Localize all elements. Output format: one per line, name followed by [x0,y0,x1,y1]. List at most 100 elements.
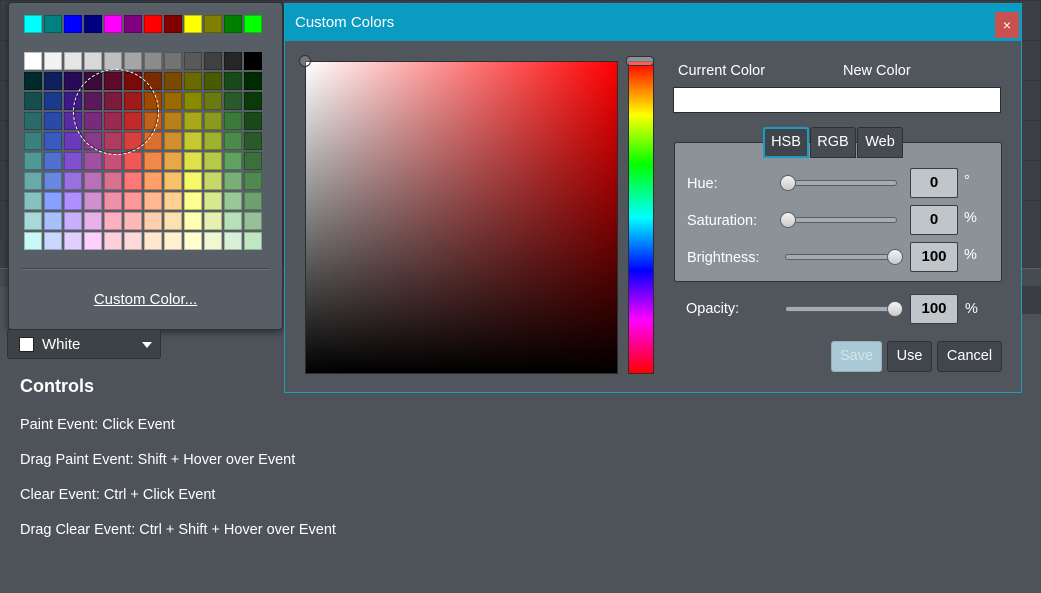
palette-swatch[interactable] [124,152,142,170]
palette-swatch[interactable] [164,212,182,230]
palette-swatch[interactable] [124,92,142,110]
palette-swatch[interactable] [144,232,162,250]
palette-swatch[interactable] [164,72,182,90]
palette-swatch[interactable] [104,232,122,250]
palette-swatch[interactable] [144,92,162,110]
palette-swatch[interactable] [64,192,82,210]
palette-swatch[interactable] [124,112,142,130]
dialog-titlebar[interactable]: Custom Colors × [285,4,1021,41]
brightness-value-field[interactable]: 100 [910,242,958,272]
palette-swatch[interactable] [224,112,242,130]
palette-swatch[interactable] [224,232,242,250]
palette-swatch[interactable] [104,52,122,70]
palette-swatch[interactable] [164,112,182,130]
palette-swatch[interactable] [244,152,262,170]
side-tab[interactable] [1020,286,1041,314]
palette-swatch[interactable] [164,132,182,150]
palette-swatch[interactable] [224,212,242,230]
use-button[interactable]: Use [887,341,932,372]
sb-handle[interactable] [299,55,311,67]
palette-swatch[interactable] [24,232,42,250]
palette-swatch[interactable] [44,192,62,210]
palette-swatch[interactable] [24,112,42,130]
palette-swatch[interactable] [44,72,62,90]
palette-swatch[interactable] [104,92,122,110]
palette-swatch[interactable] [184,152,202,170]
palette-swatch[interactable] [84,152,102,170]
palette-swatch[interactable] [144,212,162,230]
saturation-slider-thumb[interactable] [780,212,796,228]
palette-swatch[interactable] [184,15,202,33]
palette-swatch[interactable] [124,172,142,190]
palette-swatch[interactable] [204,232,222,250]
palette-swatch[interactable] [224,152,242,170]
palette-swatch[interactable] [224,192,242,210]
palette-swatch[interactable] [84,132,102,150]
palette-swatch[interactable] [44,52,62,70]
palette-swatch[interactable] [184,72,202,90]
palette-swatch[interactable] [124,52,142,70]
palette-swatch[interactable] [224,52,242,70]
save-button[interactable]: Save [831,341,882,372]
palette-swatch[interactable] [204,212,222,230]
palette-swatch[interactable] [224,132,242,150]
palette-swatch[interactable] [104,212,122,230]
palette-swatch[interactable] [44,15,62,33]
palette-swatch[interactable] [124,232,142,250]
palette-swatch[interactable] [164,92,182,110]
palette-swatch[interactable] [224,92,242,110]
palette-swatch[interactable] [104,15,122,33]
palette-swatch[interactable] [244,232,262,250]
palette-swatch[interactable] [84,212,102,230]
hue-bar[interactable] [628,61,654,374]
palette-swatch[interactable] [244,92,262,110]
palette-swatch[interactable] [64,172,82,190]
palette-swatch[interactable] [184,192,202,210]
palette-swatch[interactable] [84,15,102,33]
palette-swatch[interactable] [124,72,142,90]
palette-swatch[interactable] [204,192,222,210]
brightness-slider-track[interactable] [785,254,897,260]
palette-swatch[interactable] [84,192,102,210]
palette-swatch[interactable] [144,192,162,210]
palette-swatch[interactable] [44,212,62,230]
palette-swatch[interactable] [104,192,122,210]
palette-swatch[interactable] [144,72,162,90]
palette-swatch[interactable] [84,72,102,90]
hue-slider-thumb[interactable] [780,175,796,191]
palette-swatch[interactable] [204,92,222,110]
palette-swatch[interactable] [204,52,222,70]
palette-swatch[interactable] [24,212,42,230]
saturation-brightness-area[interactable] [305,61,618,374]
tab-web[interactable]: Web [857,127,903,158]
palette-swatch[interactable] [204,152,222,170]
palette-swatch[interactable] [64,72,82,90]
palette-swatch[interactable] [124,132,142,150]
palette-swatch[interactable] [124,15,142,33]
palette-swatch[interactable] [104,172,122,190]
palette-swatch[interactable] [44,172,62,190]
tab-hsb[interactable]: HSB [763,127,809,158]
palette-swatch[interactable] [184,92,202,110]
palette-swatch[interactable] [244,172,262,190]
palette-swatch[interactable] [244,72,262,90]
close-button[interactable]: × [995,12,1019,38]
brightness-slider-thumb[interactable] [887,249,903,265]
palette-swatch[interactable] [184,212,202,230]
palette-swatch[interactable] [84,172,102,190]
palette-swatch[interactable] [204,15,222,33]
palette-swatch[interactable] [24,92,42,110]
palette-swatch[interactable] [64,15,82,33]
palette-swatch[interactable] [184,172,202,190]
palette-swatch[interactable] [124,212,142,230]
palette-swatch[interactable] [144,52,162,70]
chevron-down-icon[interactable] [142,342,152,348]
palette-swatch[interactable] [244,15,262,33]
palette-swatch[interactable] [104,152,122,170]
palette-swatch[interactable] [24,172,42,190]
palette-swatch[interactable] [144,132,162,150]
palette-swatch[interactable] [24,72,42,90]
palette-swatch[interactable] [224,172,242,190]
palette-swatch[interactable] [44,232,62,250]
cancel-button[interactable]: Cancel [937,341,1002,372]
